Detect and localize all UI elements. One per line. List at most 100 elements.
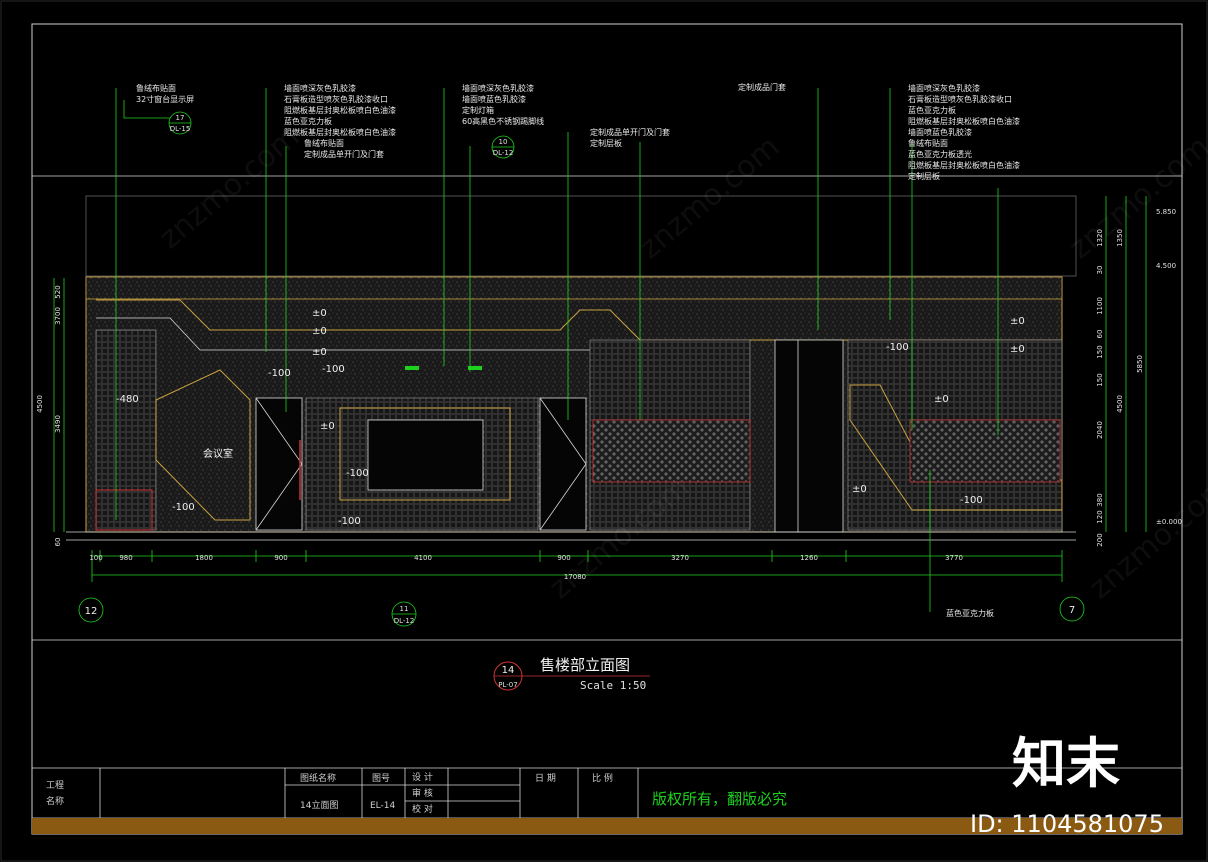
dimension-text: 380 <box>1096 493 1104 506</box>
callout-text: 定制层板 <box>908 171 940 181</box>
level-mark: -100 <box>338 516 361 527</box>
project-label-2: 名称 <box>46 795 64 807</box>
callout-text: 墙面喷深灰色乳胶漆 <box>284 83 356 93</box>
dimension-text: 120 <box>1096 510 1104 523</box>
cad-drawing: 鲁绒布贴面32寸窗台显示屏墙面喷深灰色乳胶漆石膏板造型喷灰色乳胶漆收口阻燃板基层… <box>0 0 1208 862</box>
callout-text: 定制层板 <box>590 138 622 148</box>
scale-label: 比 例 <box>592 772 613 784</box>
callout-text: 蓝色亚克力板 <box>946 608 994 618</box>
drawing-no: EL-14 <box>370 801 396 811</box>
level-mark: ±0 <box>852 484 867 495</box>
level-mark: -100 <box>960 495 983 506</box>
drawing-no-label: 图号 <box>372 773 390 784</box>
drawing-name: 14立面图 <box>300 799 338 811</box>
dimension-text: 1100 <box>1096 297 1104 315</box>
callout-text: 阻燃板基层封奥松板喷白色油漆 <box>908 116 1020 126</box>
callout-text: 石膏板造型喷灰色乳胶漆收口 <box>284 94 388 104</box>
bottom-dimensions: 100 980 1800 900 4100 900 3270 1260 3770 <box>89 554 963 562</box>
dimension-text: 150 <box>1096 373 1104 386</box>
dimension-text: 100 <box>89 554 102 562</box>
callout-text: 蓝色亚克力板透光 <box>908 149 972 159</box>
dimension-text: 30 <box>1096 266 1104 275</box>
right-dimensions: 1320301100601501502040380120200135045005… <box>1096 229 1144 547</box>
dimension-text: 150 <box>1096 345 1104 358</box>
callout-text: 墙面喷深灰色乳胶漆 <box>462 83 534 93</box>
level-mark: -100 <box>268 368 291 379</box>
ceiling-void <box>85 195 1077 277</box>
callout-text: 墙面喷蓝色乳胶漆 <box>908 127 972 137</box>
level-mark: -100 <box>886 342 909 353</box>
axis-12-label: 12 <box>85 606 98 617</box>
title-tag-sheet: PL-07 <box>498 681 517 689</box>
tile-panel <box>95 329 157 531</box>
callout-text: 阻燃板基层封奥松板喷白色油漆 <box>284 127 396 137</box>
brand-logo: 知末 <box>1012 732 1120 795</box>
light-box <box>367 419 484 491</box>
date-label: 日 期 <box>535 773 556 784</box>
level-mark: ±0 <box>312 326 327 337</box>
dimension-text: 2040 <box>1096 421 1104 439</box>
callout-10-sheet: DL-12 <box>493 149 514 157</box>
callout-text: 60高黑色不锈钢踢脚线 <box>462 116 544 126</box>
callout-text: 阻燃板基层封奥松板喷白色油漆 <box>908 160 1020 170</box>
review-label: 审 核 <box>412 787 433 799</box>
callout-text: 墙面喷深灰色乳胶漆 <box>908 83 980 93</box>
light-strip <box>405 366 419 370</box>
room-label: 会议室 <box>203 447 233 460</box>
dimension-text: 4100 <box>414 554 432 562</box>
copyright: 版权所有，翻版必究 <box>652 790 787 808</box>
watermark: znzmo.com <box>1063 129 1208 266</box>
dimension-text: 60 <box>54 538 62 547</box>
drawing-name-label: 图纸名称 <box>300 772 336 784</box>
callout-17-num: 17 <box>176 114 185 122</box>
callout-text: 墙面喷蓝色乳胶漆 <box>462 94 526 104</box>
dimension-text: 60 <box>1096 330 1104 339</box>
design-label: 设 计 <box>412 771 433 783</box>
bulkhead <box>85 276 1063 300</box>
watermark: znzmo.com <box>153 119 307 256</box>
level-mark: ±0 <box>1010 316 1025 327</box>
dimension-text: 520 <box>54 285 62 298</box>
check-label: 校 对 <box>412 803 433 815</box>
door-1 <box>255 397 303 531</box>
fabric-panel <box>909 419 1061 483</box>
dimension-text: 1800 <box>195 554 213 562</box>
left-dimensions: 520 3700 4500 3490 60 <box>36 285 62 546</box>
callout-17-sheet: DL-15 <box>170 125 191 133</box>
entrance-door <box>774 339 844 533</box>
dimension-text: 3490 <box>54 415 62 433</box>
project-label-1: 工程 <box>46 780 64 791</box>
level-mark: -480 <box>116 394 139 405</box>
dimension-text: 3770 <box>945 554 963 562</box>
dimension-text: 4500 <box>36 395 44 413</box>
callout-text: 鲁绒布贴面 <box>304 138 344 148</box>
elevation-mark: 4.500 <box>1156 262 1176 270</box>
axis-7-label: 7 <box>1069 605 1075 616</box>
dimension-text: 3700 <box>54 307 62 325</box>
drawing-title: 售楼部立面图 <box>540 656 630 674</box>
dimension-text: 3270 <box>671 554 689 562</box>
door-2 <box>539 397 587 531</box>
dimension-text: 200 <box>1096 533 1104 546</box>
axis-11-sheet: DL-12 <box>394 617 415 625</box>
title-tag-number: 14 <box>502 665 515 676</box>
callout-text: 定制成品单开门及门套 <box>590 127 670 137</box>
axis-11-label: 11 <box>400 605 409 613</box>
dimension-text: 1260 <box>800 554 818 562</box>
level-mark: -100 <box>346 468 369 479</box>
dimension-text: 5850 <box>1136 355 1144 373</box>
callout-text: 蓝色亚克力板 <box>284 116 332 126</box>
callout-text: 鲁绒布贴面 <box>136 83 176 93</box>
callout-text: 定制成品单开门及门套 <box>304 149 384 159</box>
callout-text: 阻燃板基层封奥松板喷白色油漆 <box>284 105 396 115</box>
callout-text: 鲁绒布贴面 <box>908 138 948 148</box>
callout-text: 蓝色亚克力板 <box>908 105 956 115</box>
dimension-text: 900 <box>274 554 287 562</box>
level-mark: -100 <box>322 364 345 375</box>
drawing-scale: Scale 1:50 <box>580 679 646 692</box>
callout-text: 定制灯箱 <box>462 105 494 115</box>
level-mark: -100 <box>172 502 195 513</box>
callout-text: 石膏板造型喷灰色乳胶漆收口 <box>908 94 1012 104</box>
callout-text: 32寸窗台显示屏 <box>136 94 194 104</box>
dimension-text: 4500 <box>1116 395 1124 413</box>
